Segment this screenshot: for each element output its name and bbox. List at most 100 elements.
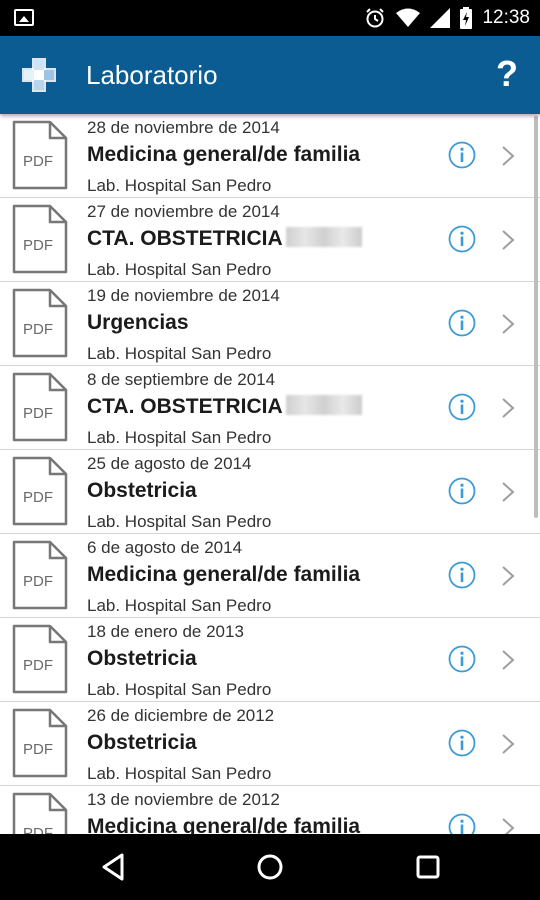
list-item[interactable]: PDF 18 de enero de 2013 Obstetricia Lab. Ho… [0,618,540,702]
help-button[interactable]: ? [490,52,524,96]
report-date: 8 de septiembre de 2014 [87,370,276,389]
battery-icon [460,7,473,29]
navigation-bar [0,834,540,900]
report-title-text: Obstetricia [87,731,197,754]
status-bar: 12:38 [0,0,540,36]
pdf-label: PDF [23,657,53,674]
chevron-right-icon[interactable] [500,397,516,419]
report-lab: Lab. Hospital San Pedro [87,512,272,531]
redacted-text [285,227,362,247]
chevron-right-icon[interactable] [500,565,516,587]
report-list[interactable]: PDF 28 de noviembre de 2014 Medicina gener… [0,114,540,834]
report-lab: Lab. Hospital San Pedro [87,680,272,699]
report-title-text: CTA. OBSTETRICIA [87,395,283,418]
list-item[interactable]: PDF 26 de diciembre de 2012 Obstetricia Lab… [0,702,540,786]
list-item[interactable]: PDF 25 de agosto de 2014 Obstetricia Lab. H… [0,450,540,534]
info-icon[interactable] [448,729,476,757]
info-icon[interactable] [448,309,476,337]
pdf-label: PDF [23,405,53,422]
report-lab: Lab. Hospital San Pedro [87,764,272,783]
report-lab: Lab. Hospital San Pedro [87,428,272,447]
back-icon[interactable] [96,849,132,885]
report-date: 25 de agosto de 2014 [87,454,252,473]
recent-apps-icon[interactable] [410,849,446,885]
info-icon[interactable] [448,561,476,589]
pdf-file-icon: PDF [12,540,68,610]
report-title: CTA. OBSTETRICIA [87,395,362,419]
info-icon[interactable] [448,393,476,421]
report-title-text: Obstetricia [87,647,197,670]
report-date: 27 de noviembre de 2014 [87,202,280,221]
report-title: Medicina general/de familia [87,563,360,587]
pdf-label: PDF [23,237,53,254]
status-time: 12:38 [482,7,530,28]
medical-cross-icon[interactable] [20,56,58,94]
image-notification-icon [14,9,34,26]
pdf-label: PDF [23,741,53,758]
info-icon[interactable] [448,225,476,253]
pdf-file-icon: PDF [12,204,68,274]
list-item[interactable]: PDF 27 de noviembre de 2014 CTA. OBSTETRIC… [0,198,540,282]
chevron-right-icon[interactable] [500,313,516,335]
chevron-right-icon[interactable] [500,145,516,167]
pdf-file-icon: PDF [12,624,68,694]
signal-icon [430,8,451,28]
pdf-file-icon: PDF [12,288,68,358]
list-item[interactable]: PDF 28 de noviembre de 2014 Medicina gener… [0,114,540,198]
scrollbar[interactable] [534,116,538,518]
report-title-text: Urgencias [87,311,189,334]
pdf-label: PDF [23,321,53,338]
report-title-text: Obstetricia [87,479,197,502]
alarm-icon [366,8,385,28]
status-icons: 12:38 [364,0,530,36]
pdf-label: PDF [23,153,53,170]
report-title-text: Medicina general/de familia [87,815,361,834]
report-title: Medicina general/de familia [87,815,360,834]
pdf-file-icon: PDF [12,372,68,442]
chevron-right-icon[interactable] [500,817,516,834]
report-title-text: CTA. OBSTETRICIA [87,227,283,250]
pdf-label: PDF [23,573,53,590]
report-lab: Lab. Hospital San Pedro [87,344,272,363]
report-title: Urgencias [87,311,189,335]
info-icon[interactable] [448,813,476,834]
report-date: 28 de noviembre de 2014 [87,118,280,137]
report-title: CTA. OBSTETRICIA [87,227,362,251]
report-title: Medicina general/de familia [87,143,360,167]
pdf-label: PDF [23,825,53,834]
info-icon[interactable] [448,645,476,673]
report-lab: Lab. Hospital San Pedro [87,260,272,279]
pdf-label: PDF [23,489,53,506]
wifi-icon [396,8,421,27]
report-title-text: Medicina general/de familia [87,143,361,166]
home-icon[interactable] [252,849,288,885]
report-title: Obstetricia [87,731,197,755]
pdf-file-icon: PDF [12,708,68,778]
chevron-right-icon[interactable] [500,649,516,671]
report-date: 26 de diciembre de 2012 [87,706,275,725]
report-title: Obstetricia [87,647,197,671]
redacted-text [285,395,362,415]
report-date: 13 de noviembre de 2012 [87,790,280,809]
info-icon[interactable] [448,141,476,169]
report-date: 18 de enero de 2013 [87,622,244,641]
chevron-right-icon[interactable] [500,733,516,755]
pdf-file-icon: PDF [12,120,68,190]
app-bar: Laboratorio ? [0,36,540,114]
list-item[interactable]: PDF 19 de noviembre de 2014 Urgencias Lab. … [0,282,540,366]
report-date: 19 de noviembre de 2014 [87,286,280,305]
pdf-file-icon: PDF [12,456,68,526]
report-title-text: Medicina general/de familia [87,563,361,586]
report-date: 6 de agosto de 2014 [87,538,243,557]
report-title: Obstetricia [87,479,197,503]
list-item[interactable]: PDF 8 de septiembre de 2014 CTA. OBSTETRIC… [0,366,540,450]
pdf-file-icon: PDF [12,792,68,834]
list-item[interactable]: PDF 13 de noviembre de 2012 Medicina gener… [0,786,540,834]
list-item[interactable]: PDF 6 de agosto de 2014 Medicina general/d… [0,534,540,618]
report-lab: Lab. Hospital San Pedro [87,176,272,195]
info-icon[interactable] [448,477,476,505]
report-lab: Lab. Hospital San Pedro [87,596,272,615]
chevron-right-icon[interactable] [500,229,516,251]
page-title: Laboratorio [86,60,218,90]
chevron-right-icon[interactable] [500,481,516,503]
